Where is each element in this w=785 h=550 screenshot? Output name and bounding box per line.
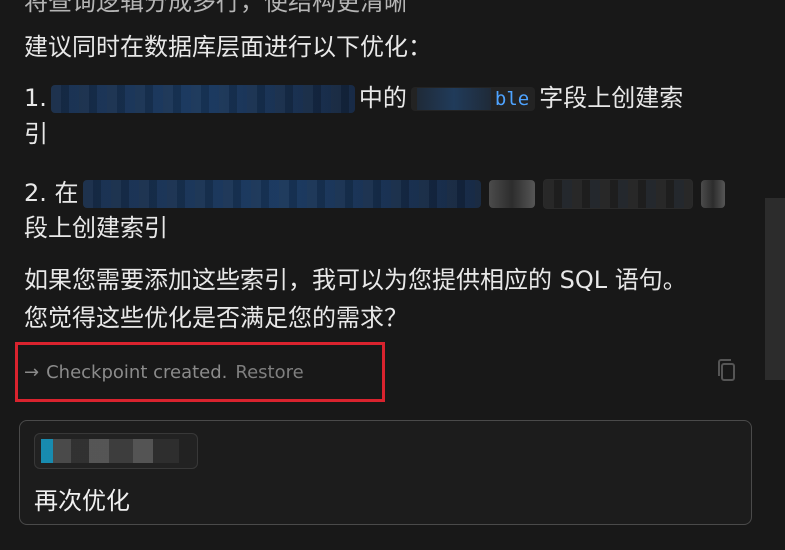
redacted-field-prefix (416, 88, 491, 111)
index-suggestion-2-wrap: 段上创建索引 (24, 214, 168, 242)
follow-up-question: 您觉得这些优化是否满足您的需求？ (24, 304, 408, 332)
field-code-fragment: ble (410, 86, 536, 111)
restore-link[interactable]: Restore (235, 362, 303, 383)
redacted-character (700, 180, 725, 208)
item-2-prefix: 2. 在 (24, 179, 79, 207)
redacted-attachment-name (41, 439, 179, 463)
redacted-table-name-2 (82, 180, 481, 208)
redaction-pixels (50, 85, 355, 113)
copy-icon[interactable] (715, 358, 739, 384)
redacted-field-code (542, 179, 693, 209)
index-suggestion-2: 2. 在 (24, 179, 729, 209)
field-code-visible: ble (494, 87, 530, 110)
message-composer[interactable]: 再次优化 (19, 420, 752, 525)
optimization-intro: 建议同时在数据库层面进行以下优化： (24, 33, 432, 61)
item-1-action-a: 字段上创建索 (539, 84, 684, 112)
redacted-table-name (50, 85, 355, 113)
item-1-number: 1. (24, 84, 47, 112)
composer-input-text[interactable]: 再次优化 (34, 481, 130, 516)
item-1-connector: 中的 (358, 84, 407, 112)
index-suggestion-1-wrap: 引 (24, 120, 48, 148)
arrow-right-icon: → (24, 362, 40, 383)
chat-panel: 将查询逻辑分成多行，使结构更清晰 建议同时在数据库层面进行以下优化： 1. 中的 b… (0, 0, 785, 550)
index-suggestion-1: 1. 中的 ble 字段上创建索 (24, 84, 683, 113)
redacted-separator (488, 180, 535, 208)
vertical-scrollbar[interactable] (765, 198, 785, 380)
redaction-pixels-3 (543, 180, 692, 208)
checkpoint-label: Checkpoint created. (46, 362, 228, 383)
context-attachment-chip[interactable] (34, 433, 198, 469)
checkpoint-status: → Checkpoint created. Restore (24, 359, 704, 387)
sql-offer-text: 如果您需要添加这些索引，我可以为您提供相应的 SQL 语句。 (24, 266, 687, 294)
redaction-pixels-2 (82, 180, 481, 208)
partial-message-line: 将查询逻辑分成多行，使结构更清晰 (24, 0, 408, 16)
